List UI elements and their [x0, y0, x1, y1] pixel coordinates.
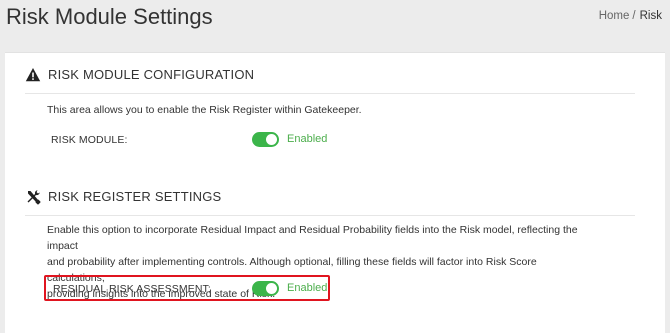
top-bar: Risk Module Settings Home / Risk: [0, 0, 670, 38]
warning-icon: [25, 67, 41, 83]
risk-register-settings-header: RISK REGISTER SETTINGS: [25, 185, 635, 216]
section-title: RISK REGISTER SETTINGS: [48, 189, 222, 204]
risk-module-description: This area allows you to enable the Risk …: [47, 104, 362, 116]
risk-module-toggle[interactable]: [252, 132, 279, 147]
residual-risk-assessment-toggle[interactable]: [252, 281, 279, 296]
breadcrumb: Home / Risk: [599, 10, 662, 22]
breadcrumb-home-link[interactable]: Home: [599, 10, 630, 22]
risk-module-status: Enabled: [287, 133, 328, 145]
section-title: RISK MODULE CONFIGURATION: [48, 67, 255, 82]
residual-risk-assessment-status: Enabled: [287, 282, 328, 294]
residual-risk-assessment-label: RESIDUAL RISK ASSESSMENT:: [53, 283, 211, 295]
toggle-knob: [266, 134, 277, 145]
breadcrumb-separator: /: [632, 10, 636, 22]
page-title: Risk Module Settings: [6, 4, 213, 29]
risk-module-label: RISK MODULE:: [51, 134, 128, 146]
risk-module-configuration-header: RISK MODULE CONFIGURATION: [25, 63, 635, 94]
tools-icon: [25, 189, 41, 205]
toggle-knob: [266, 283, 277, 294]
description-line: Enable this option to incorporate Residu…: [47, 224, 578, 252]
breadcrumb-current: Risk: [639, 10, 662, 22]
